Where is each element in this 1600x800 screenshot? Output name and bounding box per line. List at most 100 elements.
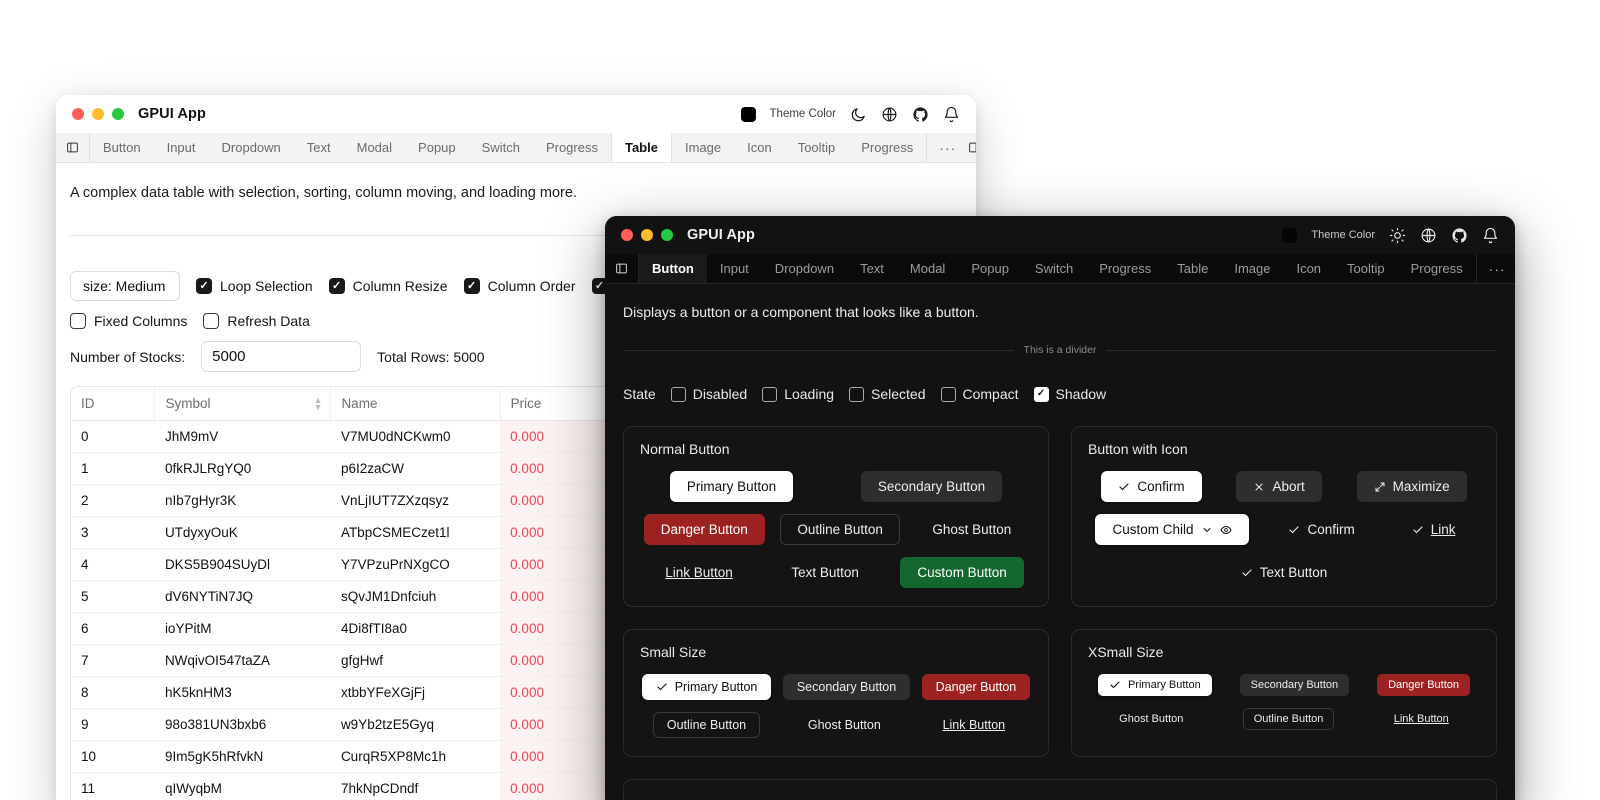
right-panel-toggle-icon[interactable] bbox=[968, 133, 976, 162]
checkbox-box[interactable] bbox=[70, 313, 86, 329]
table-column-header-name[interactable]: Name bbox=[330, 387, 501, 421]
globe-icon[interactable] bbox=[881, 106, 898, 123]
minimize-window-button[interactable] bbox=[641, 229, 653, 241]
bell-icon[interactable] bbox=[943, 106, 960, 123]
github-icon[interactable] bbox=[1451, 227, 1468, 244]
state-checkbox-disabled[interactable]: Disabled bbox=[670, 386, 747, 402]
tab-icon-10[interactable]: Icon bbox=[734, 133, 785, 162]
moon-icon[interactable] bbox=[850, 106, 867, 123]
checkbox-column-order[interactable]: Column Order bbox=[463, 278, 576, 294]
tab-tooltip-11[interactable]: Tooltip bbox=[1334, 254, 1398, 283]
number-of-stocks-input[interactable]: 5000 bbox=[201, 341, 362, 372]
tab-dropdown-2[interactable]: Dropdown bbox=[762, 254, 847, 283]
tab-input-1[interactable]: Input bbox=[707, 254, 762, 283]
button-confirm[interactable]: Confirm bbox=[1271, 514, 1371, 545]
state-checkbox-compact[interactable]: Compact bbox=[940, 386, 1019, 402]
button-primary-button[interactable]: Primary Button bbox=[669, 471, 794, 502]
sun-icon[interactable] bbox=[1389, 227, 1406, 244]
tab-modal-4[interactable]: Modal bbox=[344, 133, 405, 162]
tab-text-3[interactable]: Text bbox=[847, 254, 897, 283]
checkbox-box[interactable] bbox=[940, 386, 956, 402]
tab-overflow-button[interactable]: ··· bbox=[926, 133, 968, 162]
button-link-button[interactable]: Link Button bbox=[648, 557, 750, 588]
dark-window-traffic-lights[interactable] bbox=[621, 229, 673, 241]
tab-progress-12[interactable]: Progress bbox=[848, 133, 926, 162]
tab-button-0[interactable]: Button bbox=[90, 133, 154, 162]
tab-progress-7[interactable]: Progress bbox=[1086, 254, 1164, 283]
checkbox-fixed-columns[interactable]: Fixed Columns bbox=[70, 313, 187, 329]
button-primary-button[interactable]: Primary Button bbox=[1097, 674, 1212, 696]
checkbox-column-resize[interactable]: Column Resize bbox=[328, 278, 448, 294]
checkbox-box[interactable] bbox=[328, 278, 345, 294]
panel-toggle-icon[interactable] bbox=[605, 254, 639, 283]
tab-tooltip-11[interactable]: Tooltip bbox=[785, 133, 849, 162]
tab-overflow-button[interactable]: ··· bbox=[1475, 254, 1515, 283]
button-secondary-button[interactable]: Secondary Button bbox=[1239, 674, 1350, 696]
tab-table-8[interactable]: Table bbox=[1164, 254, 1221, 283]
button-danger-button[interactable]: Danger Button bbox=[921, 674, 1031, 700]
tab-dropdown-2[interactable]: Dropdown bbox=[209, 133, 294, 162]
globe-icon[interactable] bbox=[1420, 227, 1437, 244]
button-primary-button[interactable]: Primary Button bbox=[641, 674, 772, 700]
checkbox-box[interactable] bbox=[203, 313, 220, 329]
light-window-tabbar[interactable]: Button Input Dropdown Text Modal Popup Switch P… bbox=[56, 133, 976, 163]
button-ghost-button[interactable]: Ghost Button bbox=[1108, 708, 1194, 730]
window-traffic-lights[interactable] bbox=[72, 108, 124, 120]
tab-image-9[interactable]: Image bbox=[672, 133, 734, 162]
size-select[interactable]: size: Medium bbox=[70, 271, 180, 301]
checkbox-box[interactable] bbox=[849, 386, 865, 402]
tab-progress-7[interactable]: Progress bbox=[533, 133, 611, 162]
state-checkbox-selected[interactable]: Selected bbox=[849, 386, 926, 402]
button-outline-button[interactable]: Outline Button bbox=[1242, 708, 1335, 730]
tab-progress-12[interactable]: Progress bbox=[1398, 254, 1476, 283]
button-maximize[interactable]: Maximize bbox=[1356, 471, 1467, 502]
button-custom-button[interactable]: Custom Button bbox=[900, 557, 1024, 588]
bell-icon[interactable] bbox=[1482, 227, 1499, 244]
theme-color-swatch[interactable] bbox=[1282, 227, 1298, 243]
button-secondary-button[interactable]: Secondary Button bbox=[782, 674, 911, 700]
button-secondary-button[interactable]: Secondary Button bbox=[860, 471, 1003, 502]
button-ghost-button[interactable]: Ghost Button bbox=[915, 514, 1028, 545]
tab-popup-5[interactable]: Popup bbox=[958, 254, 1022, 283]
button-outline-button[interactable]: Outline Button bbox=[780, 514, 900, 545]
panel-toggle-icon[interactable] bbox=[56, 133, 90, 162]
state-checkbox-loading[interactable]: Loading bbox=[762, 386, 834, 402]
tab-text-3[interactable]: Text bbox=[294, 133, 344, 162]
button-link-button[interactable]: Link Button bbox=[1383, 708, 1460, 730]
button-confirm[interactable]: Confirm bbox=[1101, 471, 1202, 502]
table-column-header-symbol[interactable]: Symbol ▲ ▼ bbox=[154, 387, 332, 421]
github-icon[interactable] bbox=[912, 106, 929, 123]
button-danger-button[interactable]: Danger Button bbox=[643, 514, 765, 545]
checkbox-loop-selection[interactable]: Loop Selection bbox=[196, 278, 313, 294]
tab-image-9[interactable]: Image bbox=[1221, 254, 1283, 283]
checkbox-refresh-data[interactable]: Refresh Data bbox=[203, 313, 310, 329]
close-window-button[interactable] bbox=[72, 108, 84, 120]
checkbox-box[interactable] bbox=[1033, 386, 1049, 402]
sort-toggle-icon[interactable]: ▲▼ bbox=[314, 395, 323, 411]
checkbox-box[interactable] bbox=[463, 278, 480, 294]
table-column-header-id[interactable]: ID bbox=[71, 387, 156, 421]
tab-switch-6[interactable]: Switch bbox=[469, 133, 533, 162]
checkbox-box[interactable] bbox=[670, 386, 686, 402]
button-text-button[interactable]: Text Button bbox=[774, 557, 876, 588]
tab-table-8[interactable]: Table bbox=[610, 133, 672, 162]
tab-button-0[interactable]: Button bbox=[639, 254, 707, 283]
state-checkbox-shadow[interactable]: Shadow bbox=[1033, 386, 1106, 402]
checkbox-box[interactable] bbox=[196, 278, 212, 294]
close-window-button[interactable] bbox=[621, 229, 633, 241]
maximize-window-button[interactable] bbox=[112, 108, 124, 120]
button-link-button[interactable]: Link Button bbox=[929, 712, 1020, 738]
button-link[interactable]: Link bbox=[1395, 514, 1473, 545]
dark-window-tabbar[interactable]: Button Input Dropdown Text Modal Popup Switch P… bbox=[605, 254, 1515, 284]
button-custom-child[interactable]: Custom Child bbox=[1095, 514, 1249, 545]
tab-popup-5[interactable]: Popup bbox=[405, 133, 469, 162]
button-ghost-button[interactable]: Ghost Button bbox=[794, 712, 895, 738]
tab-modal-4[interactable]: Modal bbox=[897, 254, 958, 283]
checkbox-box[interactable] bbox=[762, 386, 778, 402]
tab-switch-6[interactable]: Switch bbox=[1022, 254, 1086, 283]
tab-input-1[interactable]: Input bbox=[154, 133, 209, 162]
maximize-window-button[interactable] bbox=[661, 229, 673, 241]
button-abort[interactable]: Abort bbox=[1236, 471, 1322, 502]
button-text-button[interactable]: Text Button bbox=[1224, 557, 1345, 588]
button-danger-button[interactable]: Danger Button bbox=[1377, 674, 1471, 696]
